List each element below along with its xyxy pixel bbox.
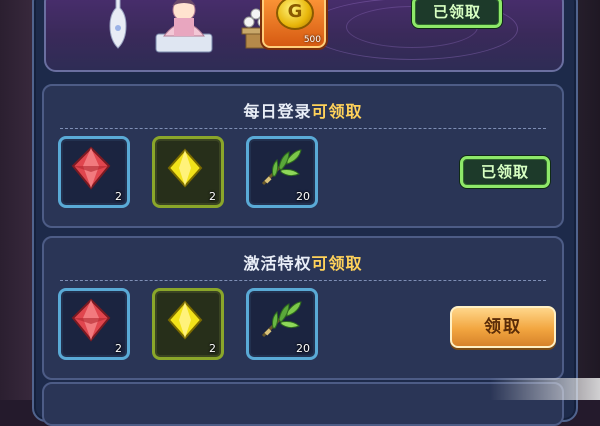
next-reward-section xyxy=(42,382,564,426)
item-quantity: 20 xyxy=(296,342,310,355)
yellow-gem-icon xyxy=(167,148,203,188)
coin-quantity: 500 xyxy=(303,35,321,45)
top-claimed-button[interactable]: 已领取 xyxy=(412,0,502,28)
section-title-highlight: 可领取 xyxy=(311,254,363,273)
daily-login-section: 每日登录可领取 2 2 20 已领取 xyxy=(42,84,564,228)
section-title: 激活特权可领取 xyxy=(44,250,562,274)
red-gem-icon xyxy=(71,146,111,190)
coin-symbol: G xyxy=(287,1,303,22)
reward-item-yellow-gem[interactable]: 2 xyxy=(152,136,224,208)
gold-coin-reward: G 500 xyxy=(262,0,326,48)
reward-item-yellow-gem[interactable]: 2 xyxy=(152,288,224,360)
yellow-gem-icon xyxy=(167,300,203,340)
item-quantity: 2 xyxy=(209,190,216,203)
section-title: 每日登录可领取 xyxy=(44,98,562,122)
reward-item-herb-bundle[interactable]: 20 xyxy=(246,136,318,208)
herb-bundle-icon xyxy=(261,301,302,338)
claimed-button[interactable]: 已领取 xyxy=(460,156,550,188)
red-gem-icon xyxy=(71,298,111,342)
watermark xyxy=(490,378,600,400)
activate-privilege-section: 激活特权可领取 2 2 20 领取 xyxy=(42,236,564,380)
item-quantity: 2 xyxy=(209,342,216,355)
reward-item-red-gem[interactable]: 2 xyxy=(58,288,130,360)
item-quantity: 2 xyxy=(115,190,122,203)
section-title-main: 每日登录 xyxy=(243,102,312,121)
divider xyxy=(60,280,546,281)
item-quantity: 2 xyxy=(115,342,122,355)
divider xyxy=(60,128,546,129)
gold-coin-icon: G xyxy=(276,0,314,30)
section-title-main: 激活特权 xyxy=(243,254,312,273)
herb-bundle-icon xyxy=(261,149,302,186)
section-title-highlight: 可领取 xyxy=(311,102,363,121)
vase-icon xyxy=(109,0,127,49)
item-quantity: 20 xyxy=(296,190,310,203)
claim-button[interactable]: 领取 xyxy=(450,306,556,348)
character-portrait-icon xyxy=(155,0,213,53)
reward-item-red-gem[interactable]: 2 xyxy=(58,136,130,208)
reward-item-herb-bundle[interactable]: 20 xyxy=(246,288,318,360)
